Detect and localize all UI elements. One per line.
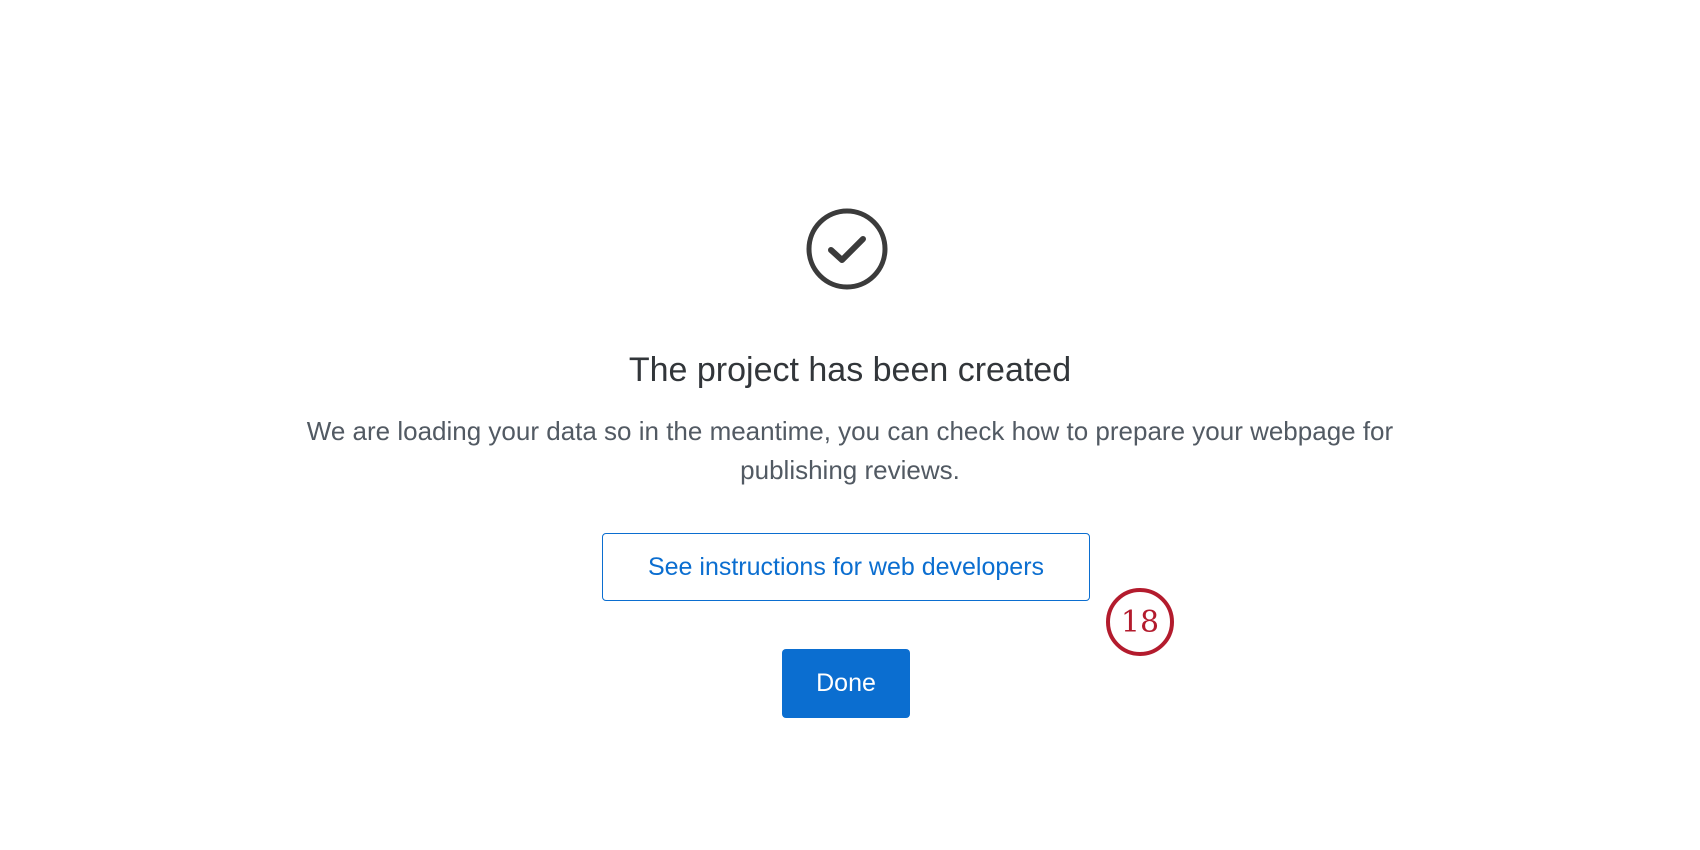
status-message: We are loading your data so in the meant… [306, 416, 1394, 485]
project-created-panel: The project has been created We are load… [0, 0, 1700, 850]
check-circle-icon [805, 207, 889, 291]
page-title: The project has been created [628, 351, 1072, 389]
done-button[interactable]: Done [782, 649, 910, 718]
step-number-badge: 18 [1106, 588, 1174, 656]
see-instructions-button[interactable]: See instructions for web developers [602, 533, 1090, 601]
